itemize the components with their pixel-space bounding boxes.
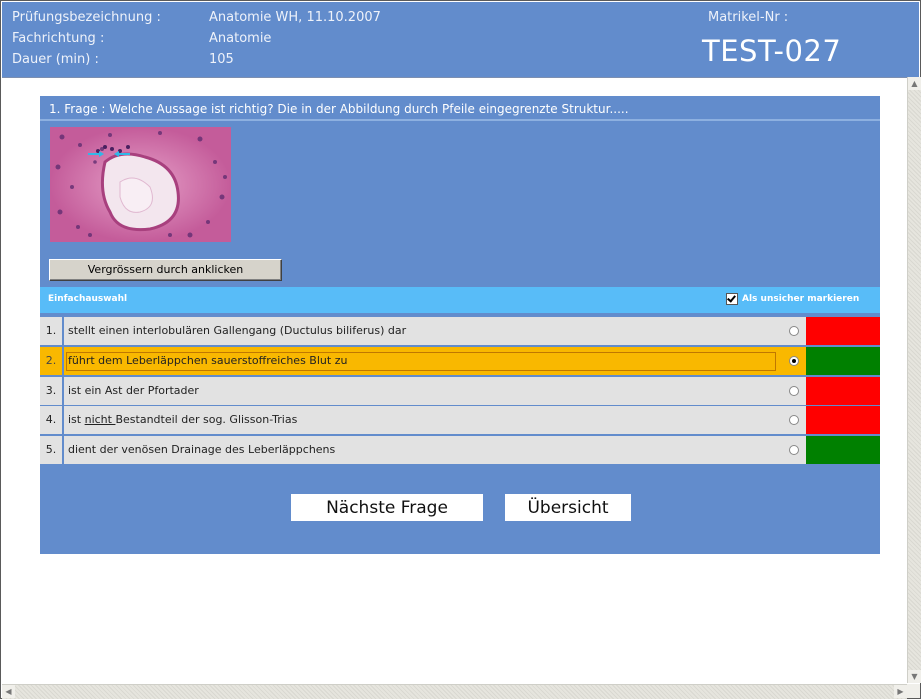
- answer-text-underlined: nicht: [84, 413, 116, 426]
- answer-row[interactable]: 4. ist nicht Bestandteil der sog. Glisso…: [40, 406, 880, 434]
- scroll-up-icon[interactable]: ▲: [908, 77, 921, 90]
- unsure-checkbox[interactable]: [726, 293, 738, 305]
- answer-radio[interactable]: [789, 326, 799, 336]
- unsure-label: Als unsicher markieren: [742, 294, 860, 304]
- answer-number: 1.: [40, 317, 62, 345]
- scroll-left-icon[interactable]: ◀: [2, 685, 15, 698]
- vertical-scrollbar[interactable]: ▲ ▼: [907, 77, 921, 683]
- question-panel: 1. Frage : Welche Aussage ist richtig? D…: [40, 96, 880, 554]
- horizontal-scrollbar[interactable]: ◀ ▶: [2, 684, 907, 699]
- answer-text[interactable]: ist ein Ast der Pfortader: [64, 377, 814, 405]
- answer-radio-cell[interactable]: [784, 436, 804, 464]
- answer-text[interactable]: führt dem Leberläppchen sauerstoffreiche…: [64, 347, 814, 375]
- feedback-indicator: [806, 317, 880, 345]
- answer-number: 2.: [40, 347, 62, 375]
- answer-radio-cell[interactable]: [784, 406, 804, 434]
- answer-radio[interactable]: [789, 386, 799, 396]
- histology-image[interactable]: [50, 127, 231, 242]
- answer-row[interactable]: 1. stellt einen interlobulären Gallengan…: [40, 317, 880, 345]
- matrikel-label: Matrikel-Nr :: [708, 10, 789, 25]
- feedback-indicator: [806, 406, 880, 434]
- answer-text-suffix: Bestandteil der sog. Glisson-Trias: [115, 413, 298, 426]
- answer-text[interactable]: ist nicht Bestandteil der sog. Glisson-T…: [64, 406, 814, 434]
- question-title: 1. Frage : Welche Aussage ist richtig? D…: [40, 96, 880, 121]
- feedback-indicator: [806, 347, 880, 375]
- scrollbar-corner: [907, 684, 920, 698]
- feedback-indicator: [806, 436, 880, 464]
- exam-header: Prüfungsbezeichnung : Anatomie WH, 11.10…: [2, 2, 919, 78]
- answer-radio-cell[interactable]: [784, 347, 804, 375]
- duration-label: Dauer (min) :: [12, 52, 99, 67]
- overview-button[interactable]: Übersicht: [505, 494, 631, 521]
- answer-row[interactable]: 3. ist ein Ast der Pfortader: [40, 377, 880, 405]
- answer-radio-cell[interactable]: [784, 377, 804, 405]
- answer-text-prefix: ist: [68, 413, 85, 426]
- answer-number: 5.: [40, 436, 62, 464]
- focus-outline: [66, 352, 776, 371]
- field-value: Anatomie: [209, 31, 272, 46]
- answer-row-selected[interactable]: 2. führt dem Leberläppchen sauerstoffrei…: [40, 347, 880, 375]
- matrikel-value: TEST-027: [702, 34, 842, 68]
- answer-text[interactable]: dient der venösen Drainage des Leberläpp…: [64, 436, 814, 464]
- answer-radio[interactable]: [789, 445, 799, 455]
- feedback-indicator: [806, 377, 880, 405]
- next-question-button[interactable]: Nächste Frage: [291, 494, 483, 521]
- answer-number: 3.: [40, 377, 62, 405]
- answer-text[interactable]: stellt einen interlobulären Gallengang (…: [64, 317, 814, 345]
- exam-window: Prüfungsbezeichnung : Anatomie WH, 11.10…: [0, 0, 921, 699]
- mode-label: Einfachauswahl: [48, 294, 128, 304]
- answer-number: 4.: [40, 406, 62, 434]
- exam-value: Anatomie WH, 11.10.2007: [209, 10, 381, 25]
- answer-row[interactable]: 5. dient der venösen Drainage des Leberl…: [40, 436, 880, 464]
- answer-radio-cell[interactable]: [784, 317, 804, 345]
- answer-mode-bar: Einfachauswahl Als unsicher markieren: [40, 287, 880, 313]
- exam-label: Prüfungsbezeichnung :: [12, 10, 161, 25]
- mark-unsure-toggle[interactable]: Als unsicher markieren: [726, 293, 859, 305]
- scroll-down-icon[interactable]: ▼: [908, 670, 921, 683]
- duration-value: 105: [209, 52, 234, 67]
- field-label: Fachrichtung :: [12, 31, 105, 46]
- scroll-right-icon[interactable]: ▶: [894, 685, 907, 698]
- enlarge-button[interactable]: Vergrössern durch anklicken: [49, 259, 282, 281]
- answer-radio-selected[interactable]: [789, 356, 799, 366]
- answer-radio[interactable]: [789, 415, 799, 425]
